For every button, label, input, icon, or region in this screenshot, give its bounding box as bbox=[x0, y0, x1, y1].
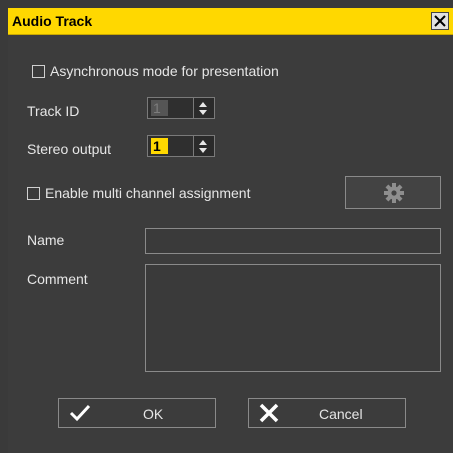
title-bar: Audio Track bbox=[8, 8, 453, 35]
stereo-output-arrows[interactable] bbox=[193, 136, 214, 156]
close-icon bbox=[434, 15, 446, 27]
gear-icon bbox=[384, 183, 404, 203]
arrow-down-icon bbox=[199, 110, 207, 115]
name-input[interactable] bbox=[145, 228, 441, 254]
stereo-output-value[interactable]: 1 bbox=[151, 138, 168, 154]
comment-textarea[interactable] bbox=[145, 264, 441, 372]
comment-label: Comment bbox=[27, 271, 88, 287]
arrow-up-icon bbox=[199, 102, 207, 107]
cancel-button[interactable]: Cancel bbox=[248, 398, 406, 428]
close-button[interactable] bbox=[431, 12, 449, 30]
arrow-down-icon bbox=[199, 148, 207, 153]
track-id-spinner[interactable]: 1 bbox=[147, 97, 215, 119]
stereo-output-spinner[interactable]: 1 bbox=[147, 135, 215, 157]
cancel-label: Cancel bbox=[319, 406, 363, 422]
track-id-arrows[interactable] bbox=[193, 98, 214, 118]
checkmark-icon bbox=[69, 404, 91, 422]
multi-channel-label: Enable multi channel assignment bbox=[45, 185, 251, 201]
track-id-label: Track ID bbox=[27, 103, 80, 119]
ok-label: OK bbox=[143, 406, 164, 422]
multi-channel-checkbox[interactable] bbox=[27, 187, 40, 200]
stereo-output-label: Stereo output bbox=[27, 141, 112, 157]
name-label: Name bbox=[27, 232, 65, 248]
track-id-value: 1 bbox=[151, 100, 168, 116]
dialog-title: Audio Track bbox=[12, 13, 93, 29]
dialog-body: Asynchronous mode for presentation Track… bbox=[8, 35, 453, 453]
channel-settings-button[interactable] bbox=[345, 176, 441, 209]
async-mode-checkbox[interactable] bbox=[32, 65, 45, 78]
cross-icon bbox=[259, 403, 279, 423]
ok-button[interactable]: OK bbox=[58, 398, 216, 428]
audio-track-dialog: Audio Track Asynchronous mode for presen… bbox=[0, 0, 453, 453]
async-mode-label: Asynchronous mode for presentation bbox=[50, 63, 279, 79]
arrow-up-icon bbox=[199, 140, 207, 145]
